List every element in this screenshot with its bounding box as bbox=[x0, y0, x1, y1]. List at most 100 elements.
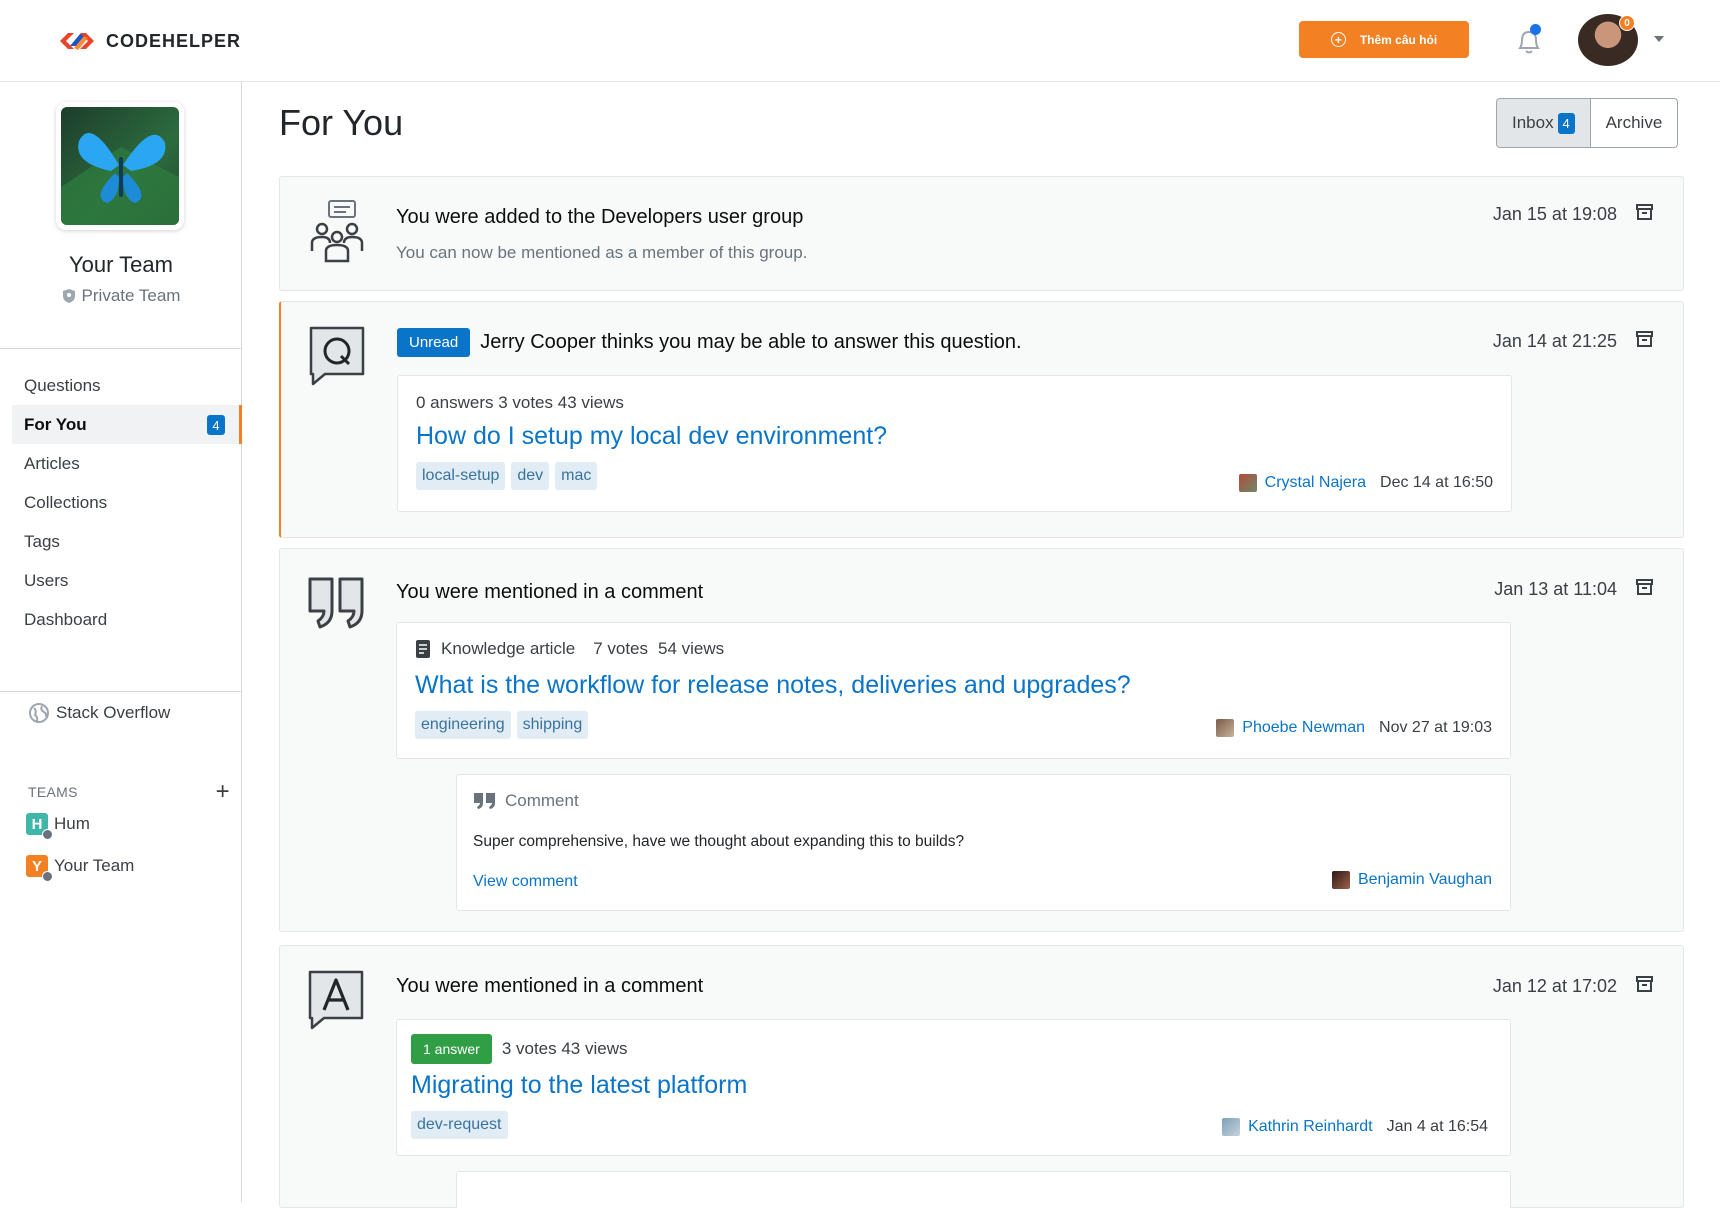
archive-icon[interactable] bbox=[1636, 331, 1653, 347]
post-stats-text: 3 votes 43 views bbox=[501, 1039, 628, 1058]
divider bbox=[0, 348, 242, 349]
tag[interactable]: mac bbox=[555, 462, 598, 490]
tag[interactable]: shipping bbox=[516, 711, 589, 739]
sidebar-item-users[interactable]: Users bbox=[12, 561, 242, 600]
tag[interactable]: local-setup bbox=[416, 462, 506, 490]
stack-overflow-link[interactable]: Stack Overflow bbox=[28, 702, 170, 724]
tab-inbox-label: Inbox bbox=[1512, 113, 1554, 132]
author-link[interactable]: Benjamin Vaughan bbox=[1358, 871, 1492, 889]
team-item-your-team[interactable]: Y Your Team bbox=[26, 855, 135, 882]
sidebar-item-dashboard[interactable]: Dashboard bbox=[12, 600, 242, 639]
archive-icon[interactable] bbox=[1636, 204, 1653, 220]
notifications-button[interactable] bbox=[1514, 24, 1544, 56]
post-byline: Phoebe Newman Nov 27 at 19:03 bbox=[1216, 719, 1492, 737]
sidebar-nav: Questions For You 4 Articles Collections … bbox=[12, 366, 242, 639]
logo-icon bbox=[60, 33, 94, 50]
tab-inbox[interactable]: Inbox 4 bbox=[1496, 98, 1591, 148]
team-privacy-label: Private Team bbox=[81, 286, 181, 305]
notification-card-unread: Unread Jerry Cooper thinks you may be ab… bbox=[279, 301, 1684, 538]
sidebar-item-collections[interactable]: Collections bbox=[12, 483, 242, 522]
add-team-button[interactable]: + bbox=[216, 780, 230, 804]
team-name: Your Team bbox=[69, 252, 173, 277]
comment-text: Super comprehensive, have we thought abo… bbox=[473, 833, 965, 850]
team-item-label: Hum bbox=[54, 814, 90, 833]
butterfly-icon bbox=[61, 133, 179, 225]
notification-subtitle: You can now be mentioned as a member of … bbox=[396, 243, 808, 262]
inbox-archive-toggle: Inbox 4 Archive bbox=[1496, 98, 1679, 148]
count-badge: 4 bbox=[207, 415, 225, 435]
post-views: 54 views bbox=[658, 639, 725, 658]
question-summary: 1 answer 3 votes 43 views Migrating to t… bbox=[396, 1019, 1511, 1156]
team-logo bbox=[56, 102, 184, 230]
team-item-hum[interactable]: H Hum bbox=[26, 813, 90, 840]
avatar-badge: 0 bbox=[1619, 15, 1635, 31]
tab-archive-label: Archive bbox=[1605, 113, 1663, 132]
tag-list: dev-request bbox=[411, 1111, 508, 1139]
sidebar-item-questions[interactable]: Questions bbox=[12, 366, 242, 405]
sidebar: Your Team Private Team Questions For You… bbox=[0, 82, 242, 1202]
post-date: Jan 4 at 16:54 bbox=[1386, 1118, 1488, 1135]
post-date: Nov 27 at 19:03 bbox=[1379, 719, 1492, 736]
notification-title: You were added to the Developers user gr… bbox=[396, 206, 803, 229]
team-initial-icon: H bbox=[26, 813, 53, 840]
tab-archive[interactable]: Archive bbox=[1590, 98, 1679, 148]
lock-icon bbox=[42, 829, 53, 840]
author-avatar[interactable] bbox=[1216, 719, 1235, 737]
sidebar-item-label: Articles bbox=[24, 453, 80, 473]
notification-time: Jan 13 at 11:04 bbox=[1494, 579, 1617, 599]
quote-icon bbox=[308, 577, 364, 629]
plus-icon: + bbox=[1330, 32, 1346, 47]
sidebar-item-label: Questions bbox=[24, 375, 101, 395]
ask-question-label: Thêm câu hỏi bbox=[1359, 32, 1438, 47]
author-link[interactable]: Crystal Najera bbox=[1265, 474, 1366, 492]
tag[interactable]: dev bbox=[511, 462, 550, 490]
sidebar-item-label: Collections bbox=[24, 492, 108, 512]
article-title-link[interactable]: What is the workflow for release notes, … bbox=[415, 671, 1131, 700]
team-initial-icon: Y bbox=[26, 855, 53, 882]
post-stats: 1 answer 3 votes 43 views bbox=[411, 1034, 628, 1064]
answer-bubble-icon bbox=[308, 970, 364, 1030]
post-byline: Crystal Najera Dec 14 at 16:50 bbox=[1238, 474, 1493, 492]
inbox-count-badge: 4 bbox=[1557, 112, 1575, 134]
comment-header: Comment bbox=[473, 791, 579, 811]
notification-title-text: You were added to the Developers user gr… bbox=[396, 206, 804, 228]
notification-dot bbox=[1530, 24, 1541, 35]
notification-title-text: You were mentioned in a comment bbox=[396, 975, 704, 997]
chevron-down-icon[interactable] bbox=[1654, 36, 1664, 42]
notification-title: You were mentioned in a comment bbox=[396, 581, 703, 604]
sidebar-item-label: For You bbox=[24, 414, 87, 434]
tag[interactable]: engineering bbox=[415, 711, 511, 739]
user-group-icon bbox=[310, 200, 364, 263]
teams-heading-label: TEAMS bbox=[28, 784, 78, 800]
post-stats: Knowledge article 7 votes 54 views bbox=[415, 639, 724, 659]
author-link[interactable]: Kathrin Reinhardt bbox=[1248, 1118, 1373, 1136]
stack-overflow-label: Stack Overflow bbox=[56, 703, 171, 722]
sidebar-item-for-you[interactable]: For You 4 bbox=[12, 405, 242, 444]
notification-card: You were mentioned in a comment Jan 13 a… bbox=[279, 548, 1684, 932]
ask-question-button[interactable]: + Thêm câu hỏi bbox=[1299, 21, 1469, 58]
question-title-link[interactable]: Migrating to the latest platform bbox=[411, 1071, 747, 1100]
globe-icon bbox=[29, 703, 49, 723]
team-item-label: Your Team bbox=[54, 856, 135, 875]
team-privacy: Private Team bbox=[0, 286, 242, 306]
author-link[interactable]: Phoebe Newman bbox=[1242, 719, 1365, 737]
archive-icon[interactable] bbox=[1636, 976, 1653, 992]
top-bar: CODEHELPER + Thêm câu hỏi 0 bbox=[0, 0, 1720, 82]
question-bubble-icon bbox=[309, 326, 365, 386]
author-avatar[interactable] bbox=[1331, 871, 1350, 889]
logo-text-bold: CODE bbox=[106, 30, 163, 51]
notification-title-text: You were mentioned in a comment bbox=[396, 581, 704, 603]
sidebar-item-tags[interactable]: Tags bbox=[12, 522, 242, 561]
sidebar-item-label: Tags bbox=[24, 531, 60, 551]
archive-icon[interactable] bbox=[1636, 579, 1653, 595]
page-title: For You bbox=[279, 102, 404, 143]
author-avatar[interactable] bbox=[1222, 1118, 1241, 1136]
view-comment-link[interactable]: View comment bbox=[473, 873, 578, 891]
sidebar-item-articles[interactable]: Articles bbox=[12, 444, 242, 483]
article-icon bbox=[416, 640, 430, 658]
shield-icon bbox=[62, 289, 75, 303]
logo[interactable]: CODEHELPER bbox=[56, 28, 241, 54]
question-title-link[interactable]: How do I setup my local dev environment? bbox=[416, 422, 887, 451]
author-avatar[interactable] bbox=[1238, 474, 1257, 492]
tag[interactable]: dev-request bbox=[411, 1111, 508, 1139]
